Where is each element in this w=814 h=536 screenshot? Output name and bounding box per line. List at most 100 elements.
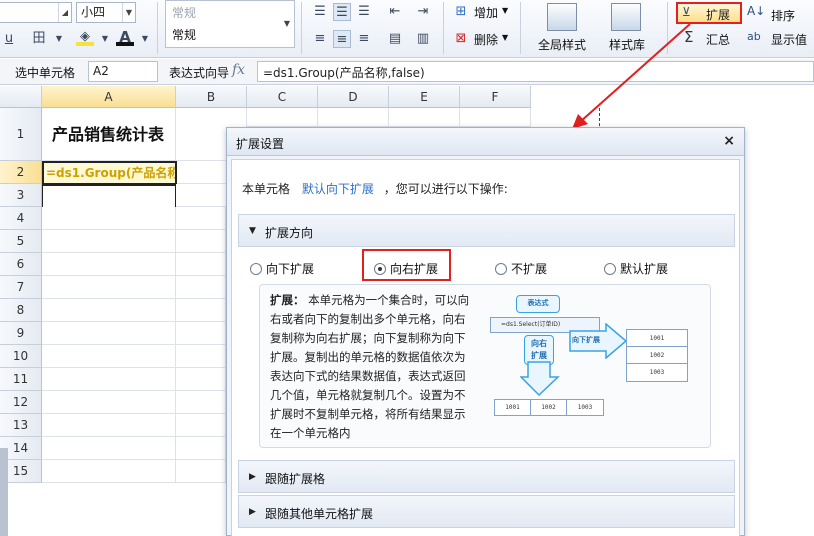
summary-button[interactable]: 汇总 (706, 31, 730, 48)
display-value-icon[interactable]: ab (747, 30, 761, 43)
cell-a12[interactable] (42, 391, 176, 414)
cell-b12[interactable] (176, 391, 226, 414)
row-header-6[interactable]: 6 (0, 253, 42, 276)
style-library-icon[interactable] (611, 3, 641, 31)
align-left-icon[interactable]: ≡ (311, 30, 329, 48)
cell-c1[interactable] (247, 108, 318, 127)
col-header-c[interactable]: C (247, 86, 318, 108)
cell-a4[interactable] (42, 207, 176, 230)
font-color-icon[interactable]: A (116, 28, 134, 46)
sigma-icon[interactable]: Σ (684, 28, 693, 46)
cell-reference-input[interactable]: A2 (88, 61, 158, 82)
radio-default-expand[interactable]: 默认扩展 (604, 260, 668, 277)
chevron-down-icon[interactable]: ▼ (502, 6, 508, 15)
cell-b6[interactable] (176, 253, 226, 276)
radio-no-expand[interactable]: 不扩展 (495, 260, 547, 277)
cell-a6[interactable] (42, 253, 176, 276)
chevron-down-icon[interactable]: ▼ (502, 33, 508, 42)
delete-button[interactable]: 删除 (474, 31, 498, 48)
cell-a8[interactable] (42, 299, 176, 322)
sort-button[interactable]: 排序 (771, 7, 795, 24)
row-header-3[interactable]: 3 (0, 184, 42, 207)
style-library-button[interactable]: 样式库 (609, 36, 645, 53)
cell-a7[interactable] (42, 276, 176, 299)
chevron-down-icon[interactable]: ▼ (136, 30, 154, 48)
corner-header[interactable] (0, 86, 42, 108)
cell-a15[interactable] (42, 460, 176, 483)
row-header-10[interactable]: 10 (0, 345, 42, 368)
align-right-icon[interactable]: ≡ (355, 30, 373, 48)
row-header-11[interactable]: 11 (0, 368, 42, 391)
cell-a14[interactable] (42, 437, 176, 460)
row-header-4[interactable]: 4 (0, 207, 42, 230)
font-name-select[interactable]: ◢ (0, 2, 72, 23)
cell-a2[interactable]: =ds1.Group(产品名称,f (42, 161, 177, 185)
cell-e1[interactable] (389, 108, 460, 127)
global-style-icon[interactable] (547, 3, 577, 31)
row-header-1[interactable]: 1 (0, 108, 42, 161)
cell-d1[interactable] (318, 108, 389, 127)
global-style-button[interactable]: 全局样式 (538, 36, 586, 53)
cell-a9[interactable] (42, 322, 176, 345)
add-row-icon[interactable]: ⊞ (452, 3, 470, 21)
cell-a5[interactable] (42, 230, 176, 253)
fx-icon[interactable]: fx (232, 62, 245, 78)
col-header-a[interactable]: A (42, 86, 176, 108)
cell-a13[interactable] (42, 414, 176, 437)
col-header-e[interactable]: E (389, 86, 460, 108)
col-header-d[interactable]: D (318, 86, 389, 108)
row-header-12[interactable]: 12 (0, 391, 42, 414)
align-middle-icon[interactable]: ☰ (333, 3, 351, 21)
expression-wizard-button[interactable]: 表达式向导 (169, 64, 229, 81)
cell-a10[interactable] (42, 345, 176, 368)
fill-color-icon[interactable]: ◈ (76, 28, 94, 46)
sort-icon[interactable]: A↓ (747, 4, 765, 18)
indent-increase-icon[interactable]: ⇥ (414, 3, 432, 21)
display-value-button[interactable]: 显示值 (771, 31, 807, 48)
align-bottom-icon[interactable]: ☰ (355, 3, 373, 21)
merge-cells-icon[interactable]: ▤ (386, 30, 404, 48)
formula-input[interactable]: =ds1.Group(产品名称,false) (257, 61, 814, 82)
col-header-f[interactable]: F (460, 86, 531, 108)
delete-row-icon[interactable]: ⊠ (452, 30, 470, 48)
cell-b13[interactable] (176, 414, 226, 437)
cell-a3[interactable] (42, 185, 176, 208)
cell-b15[interactable] (176, 460, 226, 483)
row-header-5[interactable]: 5 (0, 230, 42, 253)
row-header-2[interactable]: 2 (0, 161, 42, 184)
section-expand-direction[interactable]: ▼ 扩展方向 (238, 214, 735, 247)
cell-b8[interactable] (176, 299, 226, 322)
radio-expand-down[interactable]: 向下扩展 (250, 260, 314, 277)
border-icon[interactable]: 田 (30, 30, 48, 48)
underline-button[interactable]: u (0, 30, 18, 48)
align-top-icon[interactable]: ☰ (311, 3, 329, 21)
row-header-9[interactable]: 9 (0, 322, 42, 345)
chevron-down-icon[interactable]: ▼ (50, 30, 68, 48)
indent-decrease-icon[interactable]: ⇤ (386, 3, 404, 21)
add-button[interactable]: 增加 (474, 4, 498, 21)
cell-b5[interactable] (176, 230, 226, 253)
wrap-text-icon[interactable]: ▥ (414, 30, 432, 48)
cell-b14[interactable] (176, 437, 226, 460)
cell-b9[interactable] (176, 322, 226, 345)
cell-b11[interactable] (176, 368, 226, 391)
col-header-b[interactable]: B (176, 86, 247, 108)
expand-button[interactable]: ⊻ 扩展 (676, 2, 742, 24)
cell-a11[interactable] (42, 368, 176, 391)
cell-b7[interactable] (176, 276, 226, 299)
close-icon[interactable]: × (723, 133, 735, 149)
font-size-select[interactable]: 小四 ▼ (76, 2, 136, 23)
radio-expand-right[interactable]: 向右扩展 (374, 260, 438, 277)
dialog-titlebar[interactable]: 扩展设置 × (227, 128, 744, 156)
cell-style-select[interactable]: 常规 常规 ▼ (165, 0, 295, 48)
row-header-13[interactable]: 13 (0, 414, 42, 437)
section-follow-other[interactable]: ▶ 跟随其他单元格扩展 (238, 495, 735, 528)
cell-a1[interactable]: 产品销售统计表 (42, 108, 176, 161)
cell-b10[interactable] (176, 345, 226, 368)
align-center-icon[interactable]: ≡ (333, 30, 351, 48)
chevron-down-icon[interactable]: ▼ (96, 30, 114, 48)
row-header-8[interactable]: 8 (0, 299, 42, 322)
cell-b4[interactable] (176, 207, 226, 230)
row-header-7[interactable]: 7 (0, 276, 42, 299)
cell-f1[interactable] (460, 108, 531, 127)
